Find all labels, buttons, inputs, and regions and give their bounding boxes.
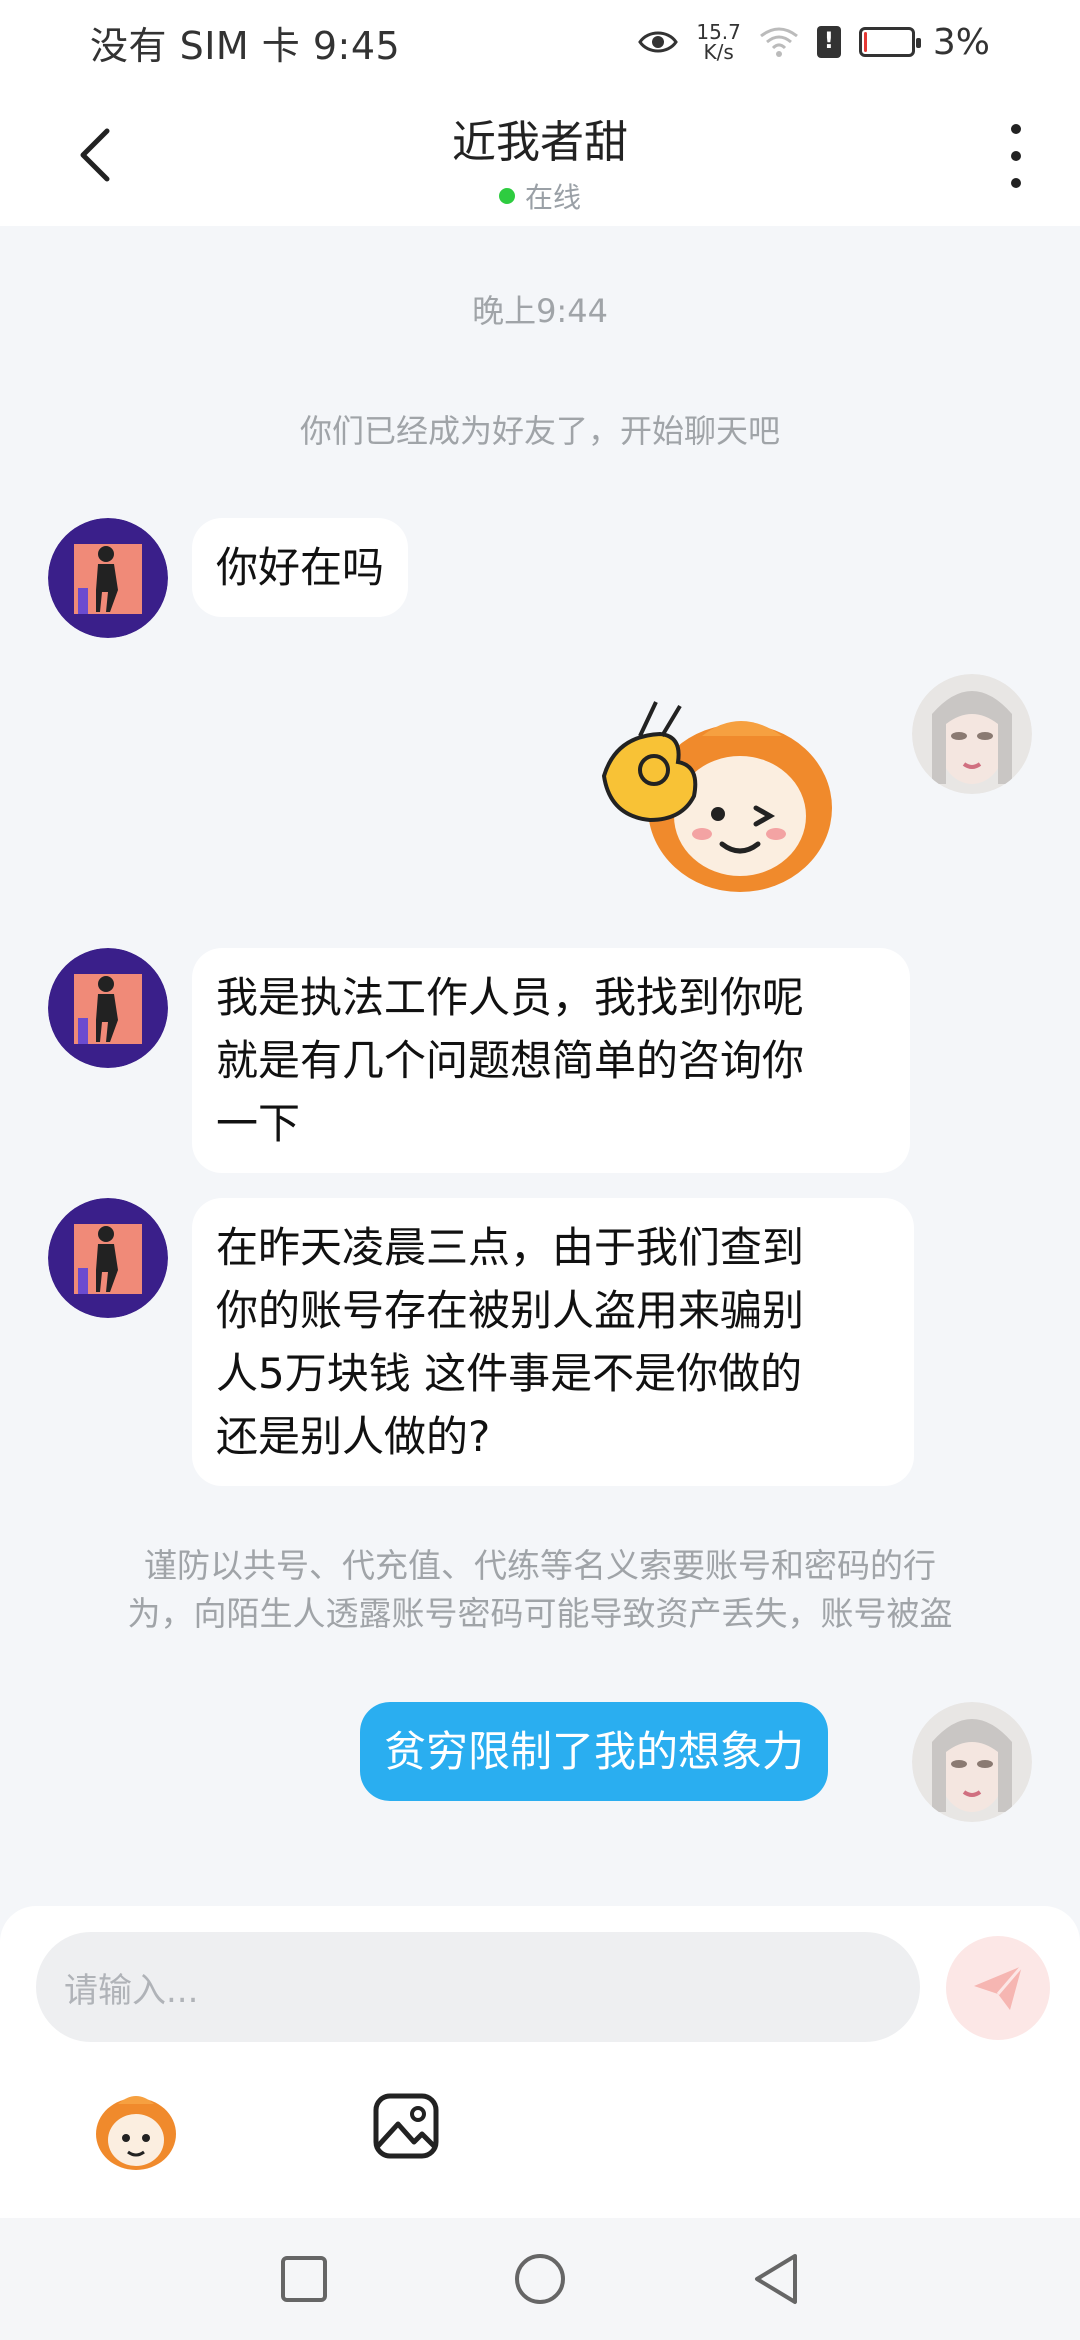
message-line: 就是有几个问题想简单的咨询你 xyxy=(216,1036,805,1085)
status-bar: 没有 SIM 卡 9:45 15.7 K/s ! 3% xyxy=(0,0,1080,84)
online-label: 在线 xyxy=(524,181,581,214)
my-avatar[interactable] xyxy=(912,674,1032,794)
my-message-bubble[interactable]: 贫穷限制了我的想象力 xyxy=(360,1702,829,1801)
sticker-button[interactable] xyxy=(88,2086,184,2174)
message-line: 人5万块钱 这件事是不是你做的 xyxy=(216,1349,803,1398)
send-icon xyxy=(974,1965,1024,2010)
message-line: 一下 xyxy=(216,1099,301,1148)
message-input[interactable]: 请输入... xyxy=(36,1932,920,2042)
network-speed: 15.7 K/s xyxy=(696,22,741,62)
online-status: 在线 xyxy=(0,176,1080,216)
speed-value: 15.7 xyxy=(696,20,741,44)
send-button[interactable] xyxy=(946,1936,1050,2040)
message-line: 贫穷限制了我的想象力 xyxy=(384,1727,805,1776)
home-button[interactable] xyxy=(510,2249,570,2309)
square-icon xyxy=(281,2256,327,2302)
ok-gesture-mascot-sticker[interactable] xyxy=(590,696,850,896)
speed-unit: K/s xyxy=(703,40,734,64)
contact-avatar[interactable] xyxy=(48,1198,168,1318)
message-line: 你的账号存在被别人盗用来骗别 xyxy=(216,1286,805,1335)
more-vertical-icon xyxy=(1011,124,1021,134)
sticker-icon xyxy=(96,2096,176,2170)
battery-percent: 3% xyxy=(932,21,990,63)
title-block: 近我者甜 在线 xyxy=(0,106,1080,216)
message-bubble[interactable]: 在昨天凌晨三点，由于我们查到 你的账号存在被别人盗用来骗别 人5万块钱 这件事是… xyxy=(192,1198,914,1486)
carrier-time: 没有 SIM 卡 9:45 xyxy=(90,23,401,68)
message-line: 你好在吗 xyxy=(216,543,385,592)
message-line: 我是执法工作人员，我找到你呢 xyxy=(216,973,805,1022)
contact-avatar[interactable] xyxy=(48,518,168,638)
chat-area[interactable]: 晚上9:44 你们已经成为好友了，开始聊天吧 你好在吗 我是执法工作人员，我找到… xyxy=(0,226,1080,1906)
my-avatar[interactable] xyxy=(912,1702,1032,1822)
composer: 请输入... xyxy=(0,1906,1080,2218)
contact-name: 近我者甜 xyxy=(452,117,628,168)
warning-line: 谨防以共号、代充值、代练等名义索要账号和密码的行 xyxy=(144,1546,936,1585)
message-bubble[interactable]: 我是执法工作人员，我找到你呢 就是有几个问题想简单的咨询你 一下 xyxy=(192,948,910,1173)
recent-apps-button[interactable] xyxy=(274,2249,334,2309)
message-line: 在昨天凌晨三点，由于我们查到 xyxy=(216,1223,805,1272)
image-icon xyxy=(373,2093,439,2159)
message-bubble[interactable]: 你好在吗 xyxy=(192,518,409,617)
system-note: 你们已经成为好友了，开始聊天吧 xyxy=(299,412,780,450)
input-placeholder: 请输入... xyxy=(64,1970,199,2011)
message-time: 晚上9:44 xyxy=(472,292,608,330)
wifi-icon xyxy=(759,27,798,57)
security-warning: 谨防以共号、代充值、代练等名义索要账号和密码的行 为，向陌生人透露账号密码可能导… xyxy=(80,1542,1000,1638)
image-button[interactable] xyxy=(370,2090,442,2162)
system-back-button[interactable] xyxy=(746,2249,806,2309)
circle-icon xyxy=(515,2254,565,2304)
contact-avatar[interactable] xyxy=(48,948,168,1068)
status-icons: 15.7 K/s ! 3% xyxy=(638,22,990,63)
triangle-back-icon xyxy=(755,2254,797,2304)
battery-icon xyxy=(858,27,921,57)
no-sim-alert-icon: ! xyxy=(816,26,841,58)
warning-line: 为，向陌生人透露账号密码可能导致资产丢失，账号被盗 xyxy=(127,1594,953,1633)
system-nav-bar xyxy=(0,2218,1080,2340)
chat-header: 近我者甜 在线 xyxy=(0,84,1080,226)
more-options-button[interactable] xyxy=(996,124,1036,188)
online-dot xyxy=(498,188,515,204)
eye-icon xyxy=(638,31,679,53)
message-line: 还是别人做的? xyxy=(216,1412,491,1461)
